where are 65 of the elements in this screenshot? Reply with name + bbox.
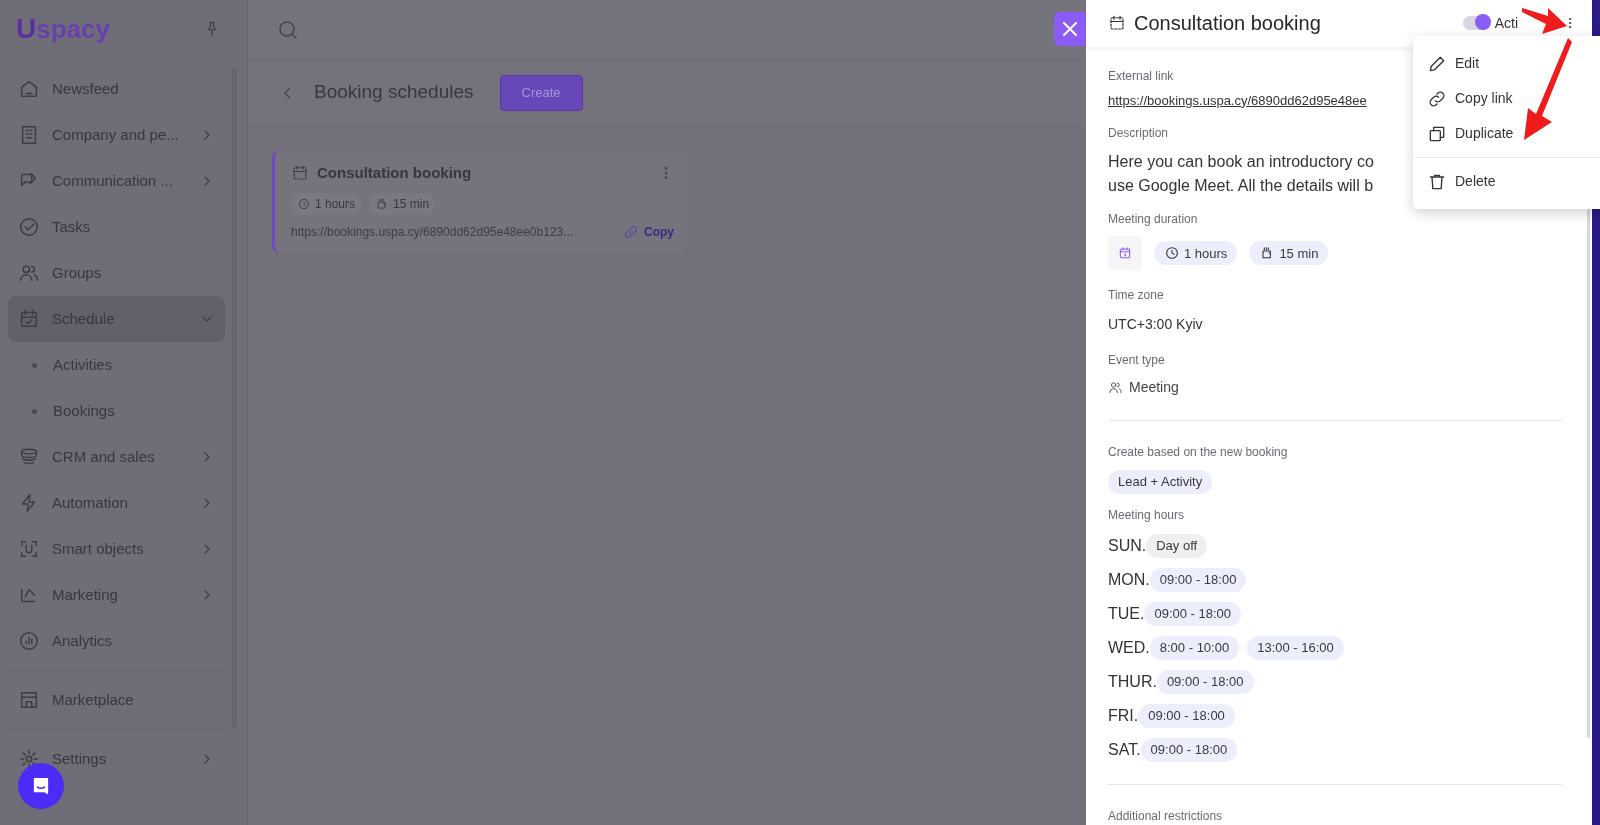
people-icon	[1108, 380, 1123, 396]
sidebar-subitem[interactable]: Activities	[8, 342, 225, 388]
home-icon	[18, 78, 40, 100]
time-slot: 09:00 - 18:00	[1140, 738, 1238, 762]
menu-item[interactable]: Delete	[1413, 164, 1600, 199]
time-slot: 09:00 - 18:00	[1149, 568, 1247, 592]
time-slot: 8:00 - 10:00	[1149, 636, 1240, 660]
card-title: Consultation booking	[317, 163, 473, 183]
link-icon	[1427, 88, 1447, 109]
chart-circle-icon	[18, 630, 40, 652]
day-label: SAT.	[1108, 740, 1141, 760]
calendar-icon	[18, 308, 40, 330]
close-icon	[1062, 21, 1078, 37]
field-label: Description	[1108, 125, 1169, 143]
day-label: FRI.	[1108, 706, 1139, 726]
calendar-icon	[1108, 14, 1126, 33]
field-label: Event type	[1108, 352, 1165, 370]
active-toggle[interactable]	[1462, 16, 1491, 31]
day-label: SUN.	[1108, 536, 1147, 556]
link-text: https://bookings.uspa.cy/6890dd62d95e48ee0b123...	[291, 223, 575, 241]
page-title: Booking schedules	[314, 80, 474, 105]
duration-chip: 1 hours	[1154, 241, 1238, 266]
field-label: Meeting duration	[1108, 211, 1198, 229]
break-chip: 15 min	[369, 192, 436, 215]
panel-title: Consultation booking	[1134, 11, 1322, 37]
scan-icon	[18, 538, 40, 560]
create-button[interactable]: Create	[499, 74, 583, 111]
time-slot: 09:00 - 18:00	[1138, 704, 1235, 728]
clock-icon	[1164, 245, 1180, 262]
day-label: WED.	[1108, 638, 1150, 658]
close-button[interactable]	[1054, 12, 1086, 46]
field-label: External link	[1108, 67, 1174, 85]
break-chip: 15 min	[1249, 241, 1329, 266]
link-icon	[623, 223, 639, 240]
field-label: Create based on the new booking	[1108, 444, 1288, 462]
menu-item[interactable]: Duplicate	[1413, 116, 1600, 151]
logo-mark: U	[16, 15, 37, 43]
time-zone-value: UTC+3:00 Kyiv	[1108, 315, 1204, 335]
description-text: Here you can book an introductory co use Google Meet. All the details will b	[1108, 152, 1374, 197]
menu-item[interactable]: Copy link	[1413, 81, 1600, 116]
external-link[interactable]: https://bookings.uspa.cy/6890dd62d95e48ee	[1108, 90, 1367, 111]
day-off-tag: Day off	[1146, 534, 1208, 558]
time-slot: 09:00 - 18:00	[1144, 602, 1242, 626]
day-label: MON.	[1108, 570, 1150, 590]
day-label: THUR.	[1108, 672, 1157, 692]
field-label: Meeting hours	[1108, 507, 1185, 524]
time-slot: 09:00 - 18:00	[1156, 670, 1254, 694]
day-label: TUE.	[1108, 604, 1145, 624]
toggle-label: Acti	[1494, 13, 1518, 33]
clock-icon	[297, 196, 311, 211]
check-circle-icon	[18, 216, 40, 238]
annotation-arrow	[1522, 6, 1568, 36]
event-type-value: Meeting	[1129, 378, 1179, 398]
tag: Lead + Activity	[1108, 470, 1213, 494]
time-slot: 13:00 - 16:00	[1247, 636, 1344, 660]
duration-chip: 1 hours	[291, 192, 362, 215]
copy-link-button[interactable]: Copy	[623, 222, 674, 241]
sidebar-subitem[interactable]: Bookings	[8, 388, 225, 434]
store-icon	[18, 689, 40, 711]
field-label: Time zone	[1108, 287, 1164, 305]
field-label: Additional restrictions	[1108, 808, 1223, 825]
menu-item[interactable]: Edit	[1413, 46, 1600, 81]
people-icon	[18, 262, 40, 284]
calendar-icon	[291, 164, 309, 183]
logo-text: spacy	[36, 16, 110, 42]
